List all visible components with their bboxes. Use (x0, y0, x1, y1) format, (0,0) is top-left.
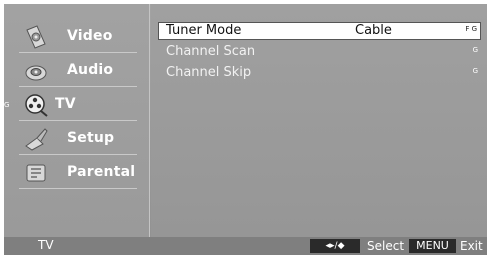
menu-item-tv[interactable]: TV (19, 88, 137, 121)
menu-item-label: Audio (67, 62, 114, 78)
menu-item-audio[interactable]: Audio (19, 54, 137, 87)
setup-icon (23, 126, 49, 152)
tv-icon (23, 92, 49, 118)
settings-panel: Tuner Mode Cable F G Channel Scan G Chan… (151, 4, 487, 237)
tv-item-marker: G (4, 101, 10, 109)
setting-row-channel-skip[interactable]: Channel Skip G (158, 64, 481, 82)
menu-item-setup[interactable]: Setup (19, 122, 137, 155)
menu-item-label: TV (55, 96, 76, 112)
footer-bar: TV ◂▸/◆ Select MENU Exit (4, 237, 487, 255)
setting-row-channel-scan[interactable]: Channel Scan G (158, 43, 481, 61)
menu-item-parental[interactable]: Parental (19, 156, 137, 189)
setting-value: Cable (355, 23, 392, 38)
parental-icon (23, 160, 49, 186)
setting-marks: G (472, 67, 478, 75)
menu-item-label: Video (67, 28, 113, 44)
setting-label: Channel Skip (166, 65, 252, 80)
navigate-key-icon: ◂▸/◆ (310, 239, 360, 253)
setting-row-tuner-mode[interactable]: Tuner Mode Cable F G (158, 22, 481, 40)
select-hint: Select (367, 239, 405, 253)
setting-marks: F G (465, 25, 477, 33)
video-icon (23, 24, 49, 50)
exit-hint: Exit (460, 239, 483, 253)
setting-label: Tuner Mode (166, 23, 242, 38)
menu-key: MENU (409, 239, 456, 253)
menu-item-label: Parental (67, 164, 136, 180)
footer-context: TV (38, 238, 54, 252)
audio-icon (23, 58, 49, 84)
tv-menu-screen: Video Audio TV Setup Parental G Tuner Mo… (0, 0, 491, 259)
main-menu: Video Audio TV Setup Parental (4, 4, 150, 237)
menu-item-label: Setup (67, 130, 115, 146)
menu-item-video[interactable]: Video (19, 20, 137, 53)
setting-marks: G (472, 46, 478, 54)
setting-label: Channel Scan (166, 44, 256, 59)
